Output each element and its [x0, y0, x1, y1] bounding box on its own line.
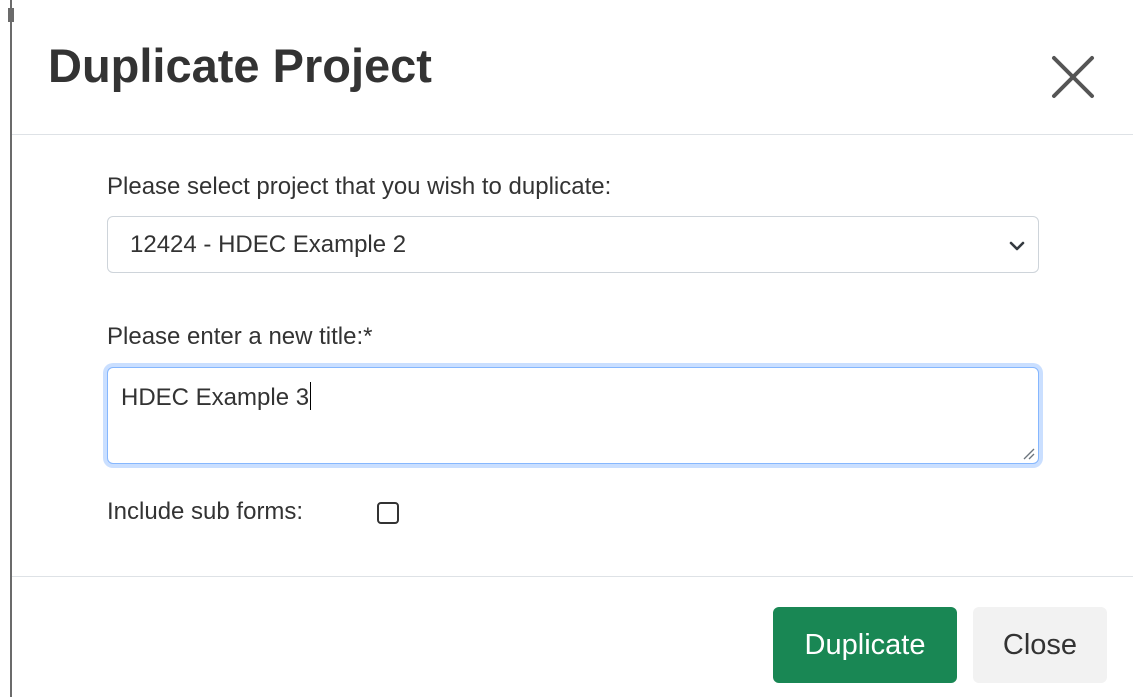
modal-title: Duplicate Project [48, 39, 432, 92]
duplicate-button[interactable]: Duplicate [773, 607, 957, 683]
new-title-textarea[interactable]: HDEC Example 3 [107, 367, 1039, 464]
select-project-label: Please select project that you wish to d… [107, 173, 612, 200]
project-select-value: 12424 - HDEC Example 2 [130, 231, 407, 258]
project-select[interactable]: 12424 - HDEC Example 2 [107, 216, 1039, 273]
modal-header: Duplicate Project [12, 0, 1133, 135]
text-caret [310, 382, 312, 410]
modal-body: Please select project that you wish to d… [12, 135, 1133, 576]
close-x-svg [1052, 56, 1094, 98]
page: Duplicate Project Please select project … [0, 0, 1133, 697]
new-title-value: HDEC Example 3 [121, 382, 312, 412]
modal-footer: Duplicate Close [12, 576, 1133, 697]
include-subforms-checkbox[interactable] [377, 502, 399, 524]
close-icon[interactable] [1046, 50, 1100, 104]
new-title-text: HDEC Example 3 [121, 384, 310, 411]
chevron-down-icon [1008, 237, 1026, 255]
resize-grip-icon[interactable] [1021, 446, 1035, 460]
close-button[interactable]: Close [973, 607, 1107, 683]
new-title-label: Please enter a new title:* [107, 323, 373, 350]
include-subforms-label: Include sub forms: [107, 498, 304, 525]
